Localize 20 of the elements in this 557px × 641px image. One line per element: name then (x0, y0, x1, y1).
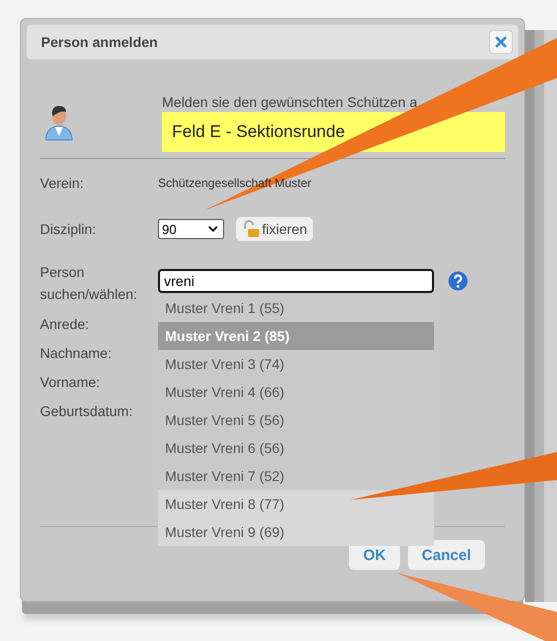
intro-text: Melden sie den gewünschten Schützen a (162, 94, 418, 110)
person-search-field[interactable]: vreni (158, 269, 434, 293)
field-label: Verein: (40, 175, 85, 191)
close-icon (493, 34, 509, 50)
padlock-icon (242, 220, 260, 238)
field-label: Anrede: (40, 316, 90, 332)
suggestion-item[interactable]: Muster Vreni 8 (77) (158, 490, 434, 518)
field-label: Person suchen/wählen: (40, 263, 138, 304)
discipline-select[interactable]: 90 (158, 219, 224, 239)
help-icon[interactable] (448, 271, 468, 291)
suggestion-item[interactable]: Muster Vreni 2 (85) (158, 322, 434, 350)
close-button[interactable] (489, 30, 513, 54)
field-label: Nachname: (40, 344, 113, 360)
field-label: Geburtsdatum: (40, 402, 134, 418)
field-label: Disziplin: (40, 221, 98, 237)
field-label: Vorname: (40, 374, 101, 390)
dialog-title: Person anmelden (41, 34, 158, 50)
suggestion-item[interactable]: Muster Vreni 9 (69) (158, 518, 434, 546)
fix-button[interactable]: fixieren (236, 217, 314, 241)
dialog-button[interactable]: Cancel (408, 540, 485, 570)
